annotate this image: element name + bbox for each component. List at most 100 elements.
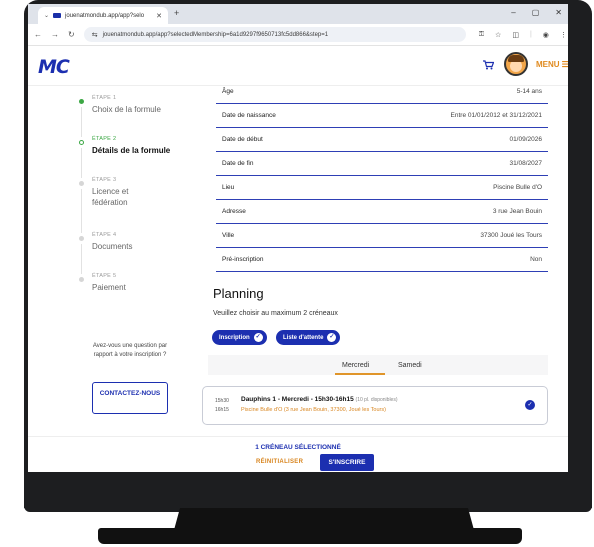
main-content: Âge 5-14 ans Date de naissance Entre 01/…	[202, 86, 548, 436]
browser-tab[interactable]: ⌄ jouenatmondub.app/app?selo ✕	[38, 7, 168, 24]
toolbar-actions: ⚿ ☆ ◫ | ◉ ⋮	[479, 31, 567, 39]
step-dot-icon	[79, 181, 84, 186]
planning-subtitle: Veuillez choisir au maximum 2 créneaux	[213, 310, 338, 317]
avatar[interactable]	[504, 52, 528, 76]
slot-card[interactable]: 15h30 16h15 Dauphins 1 - Mercredi - 15h3…	[202, 386, 548, 425]
selected-count: 1 CRÉNEAU SÉLECTIONNÉ	[255, 444, 341, 451]
detail-value: Piscine Bulle d'O	[493, 184, 542, 191]
detail-label: Pré-inscription	[222, 256, 264, 263]
step-connector	[81, 244, 82, 274]
selected-check-icon[interactable]: ✓	[525, 400, 535, 410]
app-logo[interactable]: MC	[38, 56, 70, 78]
contact-button[interactable]: CONTACTEZ-NOUS	[92, 382, 168, 414]
sidebar: ÉTAPE 1 Choix de la formule ÉTAPE 2 Déta…	[28, 86, 204, 436]
close-window-icon[interactable]: ✕	[555, 8, 562, 17]
check-icon: ✓	[327, 333, 337, 342]
active-tab-indicator	[335, 373, 385, 375]
step-5[interactable]: ÉTAPE 5 Paiement	[68, 272, 172, 313]
step-3[interactable]: ÉTAPE 3 Licence et fédération	[68, 176, 172, 233]
monitor-stand	[174, 508, 474, 530]
signup-button[interactable]: S'INSCRIRE	[320, 454, 374, 471]
monitor-chin	[24, 476, 592, 508]
new-tab-icon[interactable]: +	[174, 8, 179, 18]
detail-label: Ville	[222, 232, 235, 239]
window-controls: – ▢ ✕	[511, 8, 562, 17]
reset-button[interactable]: RÉINITIALISER	[256, 459, 303, 465]
step-name: Licence et fédération	[92, 187, 129, 207]
profile-icon[interactable]: ◉	[543, 31, 549, 39]
tab-menu-icon[interactable]: ⌄	[44, 12, 49, 19]
step-name: Choix de la formule	[92, 105, 161, 114]
step-dot-icon	[79, 99, 84, 104]
menu-button[interactable]: MENU ☰	[536, 60, 568, 69]
step-connector	[81, 189, 82, 233]
step-label: ÉTAPE 3	[92, 177, 117, 183]
detail-label: Date de naissance	[222, 112, 276, 119]
back-icon[interactable]: ←	[34, 30, 42, 39]
detail-row-start: Date de début 01/09/2026	[216, 128, 548, 152]
detail-row-address: Adresse 3 rue Jean Bouin	[216, 200, 548, 224]
slot-start: 15h30	[215, 398, 229, 404]
detail-label: Lieu	[222, 184, 235, 191]
detail-label: Date de début	[222, 136, 263, 143]
detail-value: 01/09/2026	[509, 136, 542, 143]
filter-registration[interactable]: Inscription ✓	[212, 330, 267, 345]
site-info-icon[interactable]: ⇆	[92, 31, 98, 39]
forward-icon[interactable]: →	[51, 30, 59, 39]
slot-place: Piscine Bulle d'O (3 rue Jean Bouin, 373…	[241, 407, 386, 413]
address-bar[interactable]: ⇆ jouenatmondub.app/app?selectedMembersh…	[83, 27, 466, 42]
tab-title: jouenatmondub.app/app?selo	[65, 12, 145, 19]
day-tabs: Mercredi Samedi	[208, 355, 548, 375]
step-label: ÉTAPE 1	[92, 95, 117, 101]
step-label: ÉTAPE 4	[92, 232, 117, 238]
detail-row-preregistration: Pré-inscription Non	[216, 248, 548, 272]
maximize-icon[interactable]: ▢	[532, 8, 540, 17]
slot-availability: (10 pl. disponibles)	[355, 397, 398, 403]
detail-row-birthdate: Date de naissance Entre 01/01/2012 et 31…	[216, 104, 548, 128]
step-2[interactable]: ÉTAPE 2 Détails de la formule	[68, 135, 172, 178]
filter-waitlist[interactable]: Liste d'attente ✓	[276, 330, 341, 345]
step-connector	[81, 107, 82, 137]
extensions-icon[interactable]: ◫	[512, 31, 519, 39]
step-name: Documents	[92, 242, 133, 251]
step-connector	[81, 148, 82, 178]
reload-icon[interactable]: ↻	[68, 30, 75, 39]
filter-label: Inscription	[219, 334, 250, 341]
tab-wednesday[interactable]: Mercredi	[342, 362, 369, 369]
tab-saturday[interactable]: Samedi	[398, 362, 422, 369]
slot-end: 16h15	[215, 407, 229, 413]
browser-tabbar: ⌄ jouenatmondub.app/app?selo ✕ + – ▢ ✕	[28, 4, 568, 24]
help-text: Avez-vous une question par rapport à vot…	[92, 343, 168, 358]
stepper: ÉTAPE 1 Choix de la formule ÉTAPE 2 Déta…	[68, 94, 172, 313]
detail-value: 37300 Joué les Tours	[480, 232, 542, 239]
step-name: Détails de la formule	[92, 146, 171, 155]
detail-row-city: Ville 37300 Joué les Tours	[216, 224, 548, 248]
slot-title-text: Dauphins 1 - Mercredi - 15h30-16h15	[241, 396, 354, 403]
key-icon[interactable]: ⚿	[479, 31, 484, 39]
detail-label: Âge	[222, 88, 234, 95]
detail-value: 3 rue Jean Bouin	[492, 208, 542, 215]
step-dot-icon	[79, 140, 84, 145]
monitor-base	[98, 528, 522, 544]
detail-row-age: Âge 5-14 ans	[216, 80, 548, 104]
menu-label: MENU	[536, 60, 560, 69]
step-label: ÉTAPE 2	[92, 136, 117, 142]
bookmark-star-icon[interactable]: ☆	[495, 31, 501, 39]
step-name: Paiement	[92, 283, 126, 292]
detail-label: Date de fin	[222, 160, 254, 167]
detail-value: Entre 01/01/2012 et 31/12/2021	[450, 112, 542, 119]
step-1[interactable]: ÉTAPE 1 Choix de la formule	[68, 94, 172, 137]
toolbar-divider: |	[529, 30, 532, 38]
minimize-icon[interactable]: –	[511, 8, 515, 17]
step-label: ÉTAPE 5	[92, 273, 117, 279]
close-tab-icon[interactable]: ✕	[156, 12, 162, 20]
more-menu-icon[interactable]: ⋮	[560, 31, 567, 39]
planning-title: Planning	[213, 286, 264, 301]
detail-value: 5-14 ans	[516, 88, 542, 95]
cart-icon[interactable]	[483, 60, 494, 70]
favicon-icon	[53, 13, 62, 18]
filter-label: Liste d'attente	[283, 334, 324, 341]
detail-row-place: Lieu Piscine Bulle d'O	[216, 176, 548, 200]
step-4[interactable]: ÉTAPE 4 Documents	[68, 231, 172, 274]
detail-value: 31/08/2027	[509, 160, 542, 167]
